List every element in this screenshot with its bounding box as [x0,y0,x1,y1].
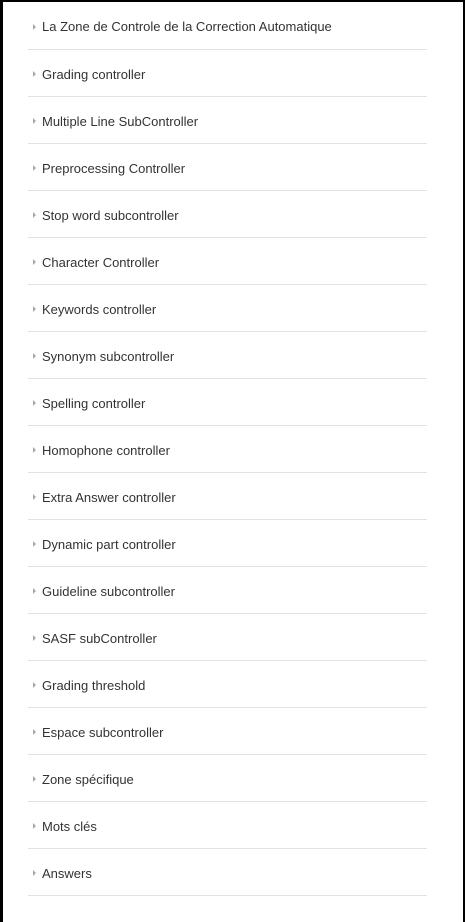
section-label: Homophone controller [42,442,170,458]
section-item-zone-specifique[interactable]: Zone spécifique [28,755,427,802]
section-item-stop-word-subcontroller[interactable]: Stop word subcontroller [28,191,427,238]
section-label: Grading threshold [42,677,146,693]
section-item-multiple-line-subcontroller[interactable]: Multiple Line SubController [28,97,427,144]
section-label: Mots clés [42,818,97,834]
section-label: SASF subController [42,630,157,646]
section-item-espace-subcontroller[interactable]: Espace subcontroller [28,708,427,755]
section-item-guideline-subcontroller[interactable]: Guideline subcontroller [28,567,427,614]
triangle-right-icon [33,306,36,312]
triangle-right-icon [33,682,36,688]
triangle-right-icon [33,776,36,782]
section-item-mots-cles[interactable]: Mots clés [28,802,427,849]
section-label: Preprocessing Controller [42,160,186,176]
triangle-right-icon [33,353,36,359]
section-item-homophone-controller[interactable]: Homophone controller [28,426,427,473]
section-label: Zone spécifique [42,771,134,787]
section-item-character-controller[interactable]: Character Controller [28,238,427,285]
section-item-sasf-subcontroller[interactable]: SASF subController [28,614,427,661]
section-label: Stop word subcontroller [42,207,179,223]
triangle-right-icon [33,165,36,171]
triangle-right-icon [33,635,36,641]
section-item-preprocessing-controller[interactable]: Preprocessing Controller [28,144,427,191]
section-list: La Zone de Controle de la Correction Aut… [28,2,427,896]
section-item-zone-de-controle[interactable]: La Zone de Controle de la Correction Aut… [28,2,427,50]
triangle-right-icon [33,541,36,547]
section-item-extra-answer-controller[interactable]: Extra Answer controller [28,473,427,520]
section-label: Spelling controller [42,395,146,411]
triangle-right-icon [33,588,36,594]
triangle-right-icon [33,259,36,265]
section-label: Guideline subcontroller [42,583,175,599]
triangle-right-icon [33,823,36,829]
section-item-dynamic-part-controller[interactable]: Dynamic part controller [28,520,427,567]
triangle-right-icon [33,23,36,30]
section-item-answers[interactable]: Answers [28,849,427,896]
triangle-right-icon [33,212,36,218]
section-item-grading-threshold[interactable]: Grading threshold [28,661,427,708]
triangle-right-icon [33,71,36,77]
triangle-right-icon [33,118,36,124]
section-label: Keywords controller [42,301,157,317]
section-item-spelling-controller[interactable]: Spelling controller [28,379,427,426]
triangle-right-icon [33,494,36,500]
section-label: Espace subcontroller [42,724,164,740]
section-label: Answers [42,865,92,881]
section-item-keywords-controller[interactable]: Keywords controller [28,285,427,332]
section-label: Extra Answer controller [42,489,176,505]
triangle-right-icon [33,447,36,453]
section-label: La Zone de Controle de la Correction Aut… [42,19,332,34]
section-label: Synonym subcontroller [42,348,175,364]
section-item-synonym-subcontroller[interactable]: Synonym subcontroller [28,332,427,379]
section-label: Grading controller [42,66,146,82]
section-label: Multiple Line SubController [42,113,199,129]
section-item-grading-controller[interactable]: Grading controller [28,50,427,97]
triangle-right-icon [33,870,36,876]
section-label: Dynamic part controller [42,536,176,552]
accordion-panel: La Zone de Controle de la Correction Aut… [0,0,465,922]
triangle-right-icon [33,400,36,406]
triangle-right-icon [33,729,36,735]
section-label: Character Controller [42,254,160,270]
